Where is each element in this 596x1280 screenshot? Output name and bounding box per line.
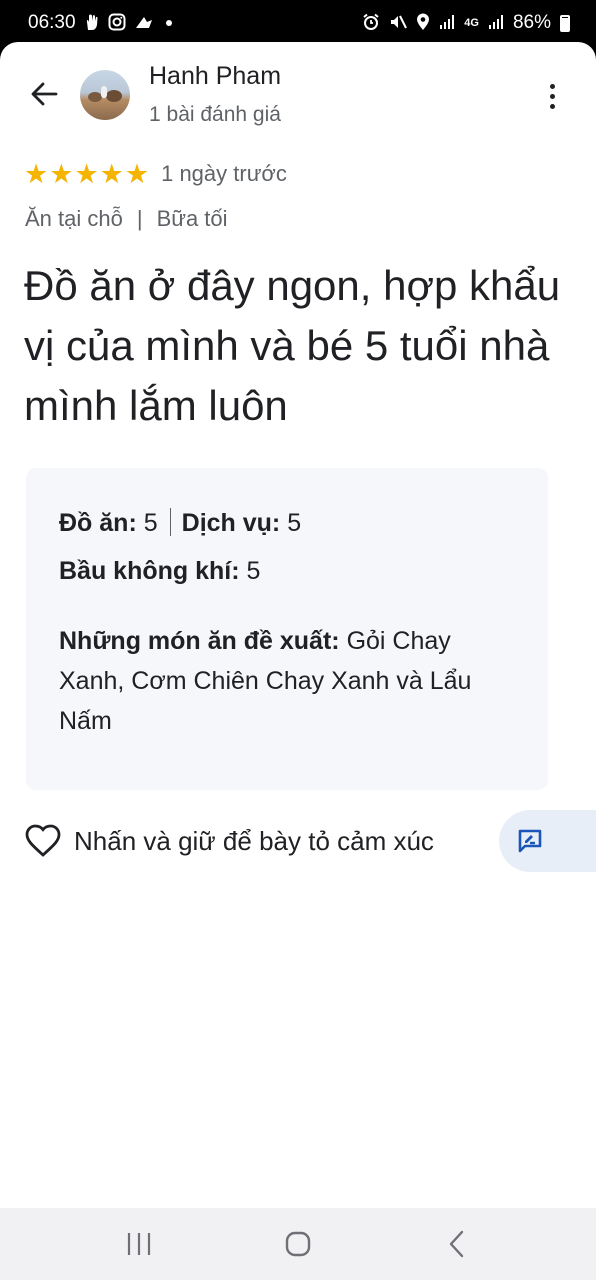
review-details: Đồ ăn: 5 Dịch vụ: 5 Bầu không khí: 5 Nhữn…	[26, 468, 548, 790]
recommended-dishes: Những món ăn đề xuất: Gỏi Chay Xanh, Cơm…	[59, 621, 516, 741]
star-icon: ★	[24, 158, 49, 190]
atmosphere-label: Bầu không khí:	[59, 557, 240, 585]
star-icon: ★	[124, 158, 150, 190]
back-button[interactable]	[24, 74, 64, 114]
alarm-icon	[362, 13, 380, 34]
avatar[interactable]	[80, 70, 130, 120]
notification-dot-icon	[165, 20, 172, 26]
review-count: 1 bài đánh giá	[149, 103, 281, 126]
star-icon: ★	[99, 158, 124, 190]
chevron-left-icon	[449, 1230, 463, 1258]
more-vert-icon	[549, 83, 555, 89]
network-type: 4G	[464, 16, 479, 29]
meal-type: Bữa tối	[156, 206, 228, 231]
rating-breakdown-line: Đồ ăn: 5 Dịch vụ: 5	[59, 504, 516, 543]
food-value: 5	[143, 509, 158, 537]
service-label: Dịch vụ:	[181, 509, 281, 537]
details-divider	[169, 508, 171, 536]
location-icon	[416, 13, 430, 34]
arrow-left-icon	[31, 82, 58, 106]
instagram-icon	[108, 13, 126, 34]
food-label: Đồ ăn:	[59, 509, 137, 537]
atmosphere-line: Bầu không khí: 5	[59, 552, 516, 591]
review-time: 1 ngày trước	[161, 161, 287, 186]
system-nav-bar	[0, 1208, 596, 1280]
rate-review-icon	[518, 829, 542, 853]
status-bar: 06:30 4G 86%	[0, 0, 596, 46]
signal-icon	[488, 14, 504, 33]
home-button[interactable]	[268, 1214, 328, 1274]
mute-icon	[389, 13, 408, 34]
recent-apps-button[interactable]	[109, 1214, 169, 1274]
signal-icon	[439, 14, 455, 33]
status-time: 06:30	[28, 12, 76, 33]
service-value: 5	[287, 509, 302, 537]
home-icon	[285, 1231, 311, 1257]
status-right: 4G 86%	[362, 12, 570, 34]
service-type: Ăn tại chỗ	[25, 206, 123, 231]
hand-icon	[84, 13, 100, 34]
recent-apps-icon	[128, 1233, 151, 1255]
review-header: Hanh Pham 1 bài đánh giá	[0, 42, 596, 152]
reaction-label: Nhấn và giữ để bày tỏ cảm xúc	[74, 825, 434, 856]
recommend-label: Những món ăn đề xuất:	[59, 627, 340, 655]
cloud-icon	[134, 14, 154, 33]
star-rating: ★ ★ ★ ★ ★	[24, 161, 149, 188]
atmosphere-value: 5	[246, 557, 261, 585]
review-card: Hanh Pham 1 bài đánh giá ★ ★ ★ ★ ★ 1 ngày tr…	[0, 42, 596, 1208]
reaction-button[interactable]: Nhấn và giữ để bày tỏ cảm xúc	[24, 819, 434, 863]
battery-icon	[560, 14, 570, 32]
more-options-button[interactable]	[538, 76, 566, 116]
rating-row: ★ ★ ★ ★ ★ 1 ngày trước	[24, 160, 287, 188]
review-text: Đồ ăn ở đây ngon, hợp khẩu vị của mình v…	[24, 262, 561, 429]
visit-meta: Ăn tại chỗ | Bữa tối	[25, 206, 228, 232]
battery-percent: 86%	[512, 12, 551, 33]
user-name[interactable]: Hanh Pham	[149, 62, 281, 91]
star-icon: ★	[74, 158, 99, 190]
status-left: 06:30	[28, 12, 172, 34]
star-icon: ★	[49, 158, 74, 190]
back-nav-button[interactable]	[427, 1214, 487, 1274]
feedback-button[interactable]	[499, 810, 596, 872]
meta-divider: |	[136, 206, 143, 231]
heart-icon	[24, 822, 62, 860]
